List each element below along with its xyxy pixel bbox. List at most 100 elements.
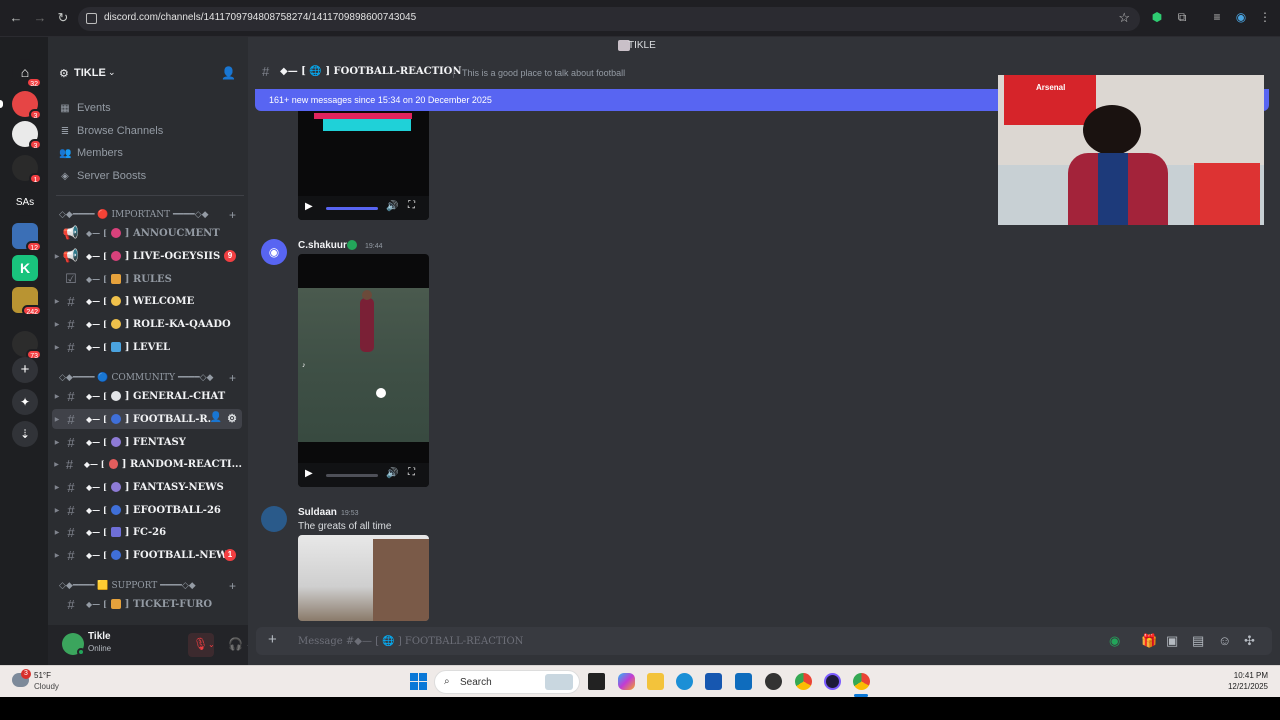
person-head-graphic [1083,105,1141,155]
channel-ticket-furo[interactable]: # ◆— [] TICKET-FURO [52,594,242,614]
gift-icon[interactable]: 🎁 [1141,633,1157,649]
windows-start-icon[interactable] [410,673,427,690]
settings-gear-icon[interactable]: ⚙ [227,412,237,425]
taskbar-search[interactable]: ⌕ Search [434,670,580,694]
invite-people-icon[interactable]: 👤 [221,66,236,80]
channel-annoucment[interactable]: 📢 ◆— [] ANNOUCMENT [52,223,242,243]
chrome-active-icon[interactable] [853,673,870,690]
extension-shield-icon[interactable]: ⬢ [1150,10,1164,24]
server-discord-home[interactable]: ⌂ 32 [12,59,42,88]
chevron-down-icon[interactable]: ⌄ [208,640,215,649]
channel-fc-26[interactable]: ▶ # ◆— [] FC-26 [52,522,242,542]
gif-icon[interactable]: ▣ [1166,633,1178,649]
menu-icon[interactable]: ⋮ [1258,10,1272,24]
channel-level[interactable]: ▶ # ◆— [] LEVEL [52,337,242,357]
obs-icon[interactable] [824,673,841,690]
channel-efootball-26[interactable]: ▶ # ◆— [] EFOOTBALL-26 [52,500,242,520]
apps-icon[interactable]: ✣ [1244,633,1255,649]
emoji-picker-icon[interactable]: ☺ [1218,633,1231,648]
channel-welcome[interactable]: ▶ # ◆— [] WELCOME [52,291,242,311]
headphones-icon[interactable]: 🎧 [228,637,243,651]
events-link[interactable]: ▦ Events [59,99,110,117]
category-support[interactable]: ◇◆━━━━ 🟨 SUPPORT ━━━━◇◆ [59,581,196,593]
app-icon[interactable] [765,673,782,690]
sticker-icon[interactable]: ▤ [1192,633,1204,649]
play-icon[interactable]: ▶ [305,468,313,479]
fullscreen-icon[interactable]: ⛶ [408,200,415,211]
mail-icon[interactable] [735,673,752,690]
create-channel-icon[interactable]: + [229,371,236,385]
volume-icon[interactable]: 🔊 [386,468,398,479]
add-attachment-icon[interactable]: + [268,631,277,648]
media-control-icon[interactable]: ≡ [1210,10,1224,24]
hash-icon: # [67,339,75,355]
back-icon[interactable]: ← [8,10,24,26]
nitro-gift-icon[interactable]: ◉ [1109,633,1120,649]
site-info-icon[interactable] [86,13,97,24]
channel-live-ogeysiis[interactable]: ▶ 📢 ◆— [] LIVE-OGEYSIIS 9 [52,246,242,266]
members-link[interactable]: 👥 Members [59,144,123,162]
channel-fentasy[interactable]: ▶ # ◆— [] FENTASY [52,432,242,452]
video-attachment[interactable]: ♪ ▶ 🔊 ⛶ [298,254,429,487]
create-channel-icon[interactable]: + [229,208,236,222]
channel-football-news[interactable]: ▶ # ◆— [] FOOTBALL-NEWS 1 [52,545,242,565]
add-server-icon[interactable]: + [12,357,38,383]
copilot-icon[interactable] [618,673,635,690]
message-author[interactable]: Suldaan [298,507,337,518]
hash-icon: # [67,479,75,495]
message-composer[interactable]: + Message #◆— [ 🌐 ] FOOTBALL-REACTION ◉ … [256,627,1272,655]
server-icon-4[interactable]: 1 [12,155,42,184]
channel-random-reaction[interactable]: ▶ # ◆— [] RANDOM-REACTI... [52,454,242,474]
channel-topic[interactable]: This is a good place to talk about footb… [462,68,625,78]
volume-icon[interactable]: 🔊 [386,201,398,212]
play-icon[interactable]: ▶ [305,201,313,212]
store-icon[interactable] [705,673,722,690]
video-progress-bar[interactable] [326,207,378,210]
fullscreen-icon[interactable]: ⛶ [408,467,415,478]
forward-icon[interactable]: → [32,10,48,26]
download-icon[interactable]: ⇣ [12,421,38,447]
channel-football-reaction[interactable]: ▶ # ◆— [] FOOTBALL-R... 👤 ⚙ [52,409,242,429]
channel-general-chat[interactable]: ▶ # ◆— [] GENERAL-CHAT [52,386,242,406]
server-icon-6[interactable]: 12 [12,223,42,252]
server-icon-3[interactable]: 3 [12,121,42,150]
image-attachment[interactable] [298,535,429,621]
mic-muted-icon: 🎙 [193,637,209,651]
invite-icon[interactable]: 👤 [210,412,222,423]
create-channel-icon[interactable]: + [229,579,236,593]
expand-arrow-icon: ▶ [54,320,60,328]
message-author[interactable]: C.shakuur [298,240,347,251]
reload-icon[interactable]: ↻ [55,10,71,26]
server-boosts-link[interactable]: ◈ Server Boosts [59,167,146,185]
browse-channels-link[interactable]: ≣ Browse Channels [59,122,163,140]
category-important[interactable]: ◇◆━━━━ 🔴 IMPORTANT ━━━━◇◆ [59,210,209,222]
video-progress-bar[interactable] [326,474,378,477]
task-view-icon[interactable] [588,673,605,690]
file-explorer-icon[interactable] [647,673,664,690]
message-input-placeholder[interactable]: Message #◆— [ 🌐 ] FOOTBALL-REACTION [298,636,523,647]
channel-rules[interactable]: ☑ ◆— [] RULES [52,269,242,289]
clock-time[interactable]: 10:41 PM [1234,671,1268,680]
video-attachment[interactable]: ▶ 🔊 ⛶ [298,111,429,220]
server-icon-7[interactable]: K [12,255,38,281]
window-title: TIKLE [628,40,656,51]
avatar[interactable]: ◉ [261,239,287,265]
server-icon-2[interactable]: 3 [12,91,42,120]
bookmark-star-icon[interactable]: ☆ [1118,10,1130,26]
server-icon-8[interactable]: 242 [12,287,42,316]
clock-date[interactable]: 12/21/2025 [1228,682,1268,691]
avatar[interactable] [261,506,287,532]
extensions-icon[interactable]: ⧉ [1175,10,1189,24]
guild-name: TIKLE [74,67,106,79]
profile-icon[interactable]: ◉ [1234,10,1248,24]
category-community[interactable]: ◇◆━━━━ 🔵 COMMUNITY ━━━━◇◆ [59,373,213,385]
edge-icon[interactable] [676,673,693,690]
server-icon-9[interactable]: 73 [12,331,42,360]
explore-compass-icon[interactable]: ✦ [12,389,38,415]
address-bar[interactable]: discord.com/channels/1411709794808758274… [78,7,1140,31]
channel-role-ka-qaado[interactable]: ▶ # ◆— [] ROLE-KA-QAADO [52,314,242,334]
server-sas[interactable]: SAs [12,190,38,216]
chrome-icon[interactable] [795,673,812,690]
channel-label: FENTASY [132,436,186,448]
channel-fantasy-news[interactable]: ▶ # ◆— [] FANTASY-NEWS [52,477,242,497]
